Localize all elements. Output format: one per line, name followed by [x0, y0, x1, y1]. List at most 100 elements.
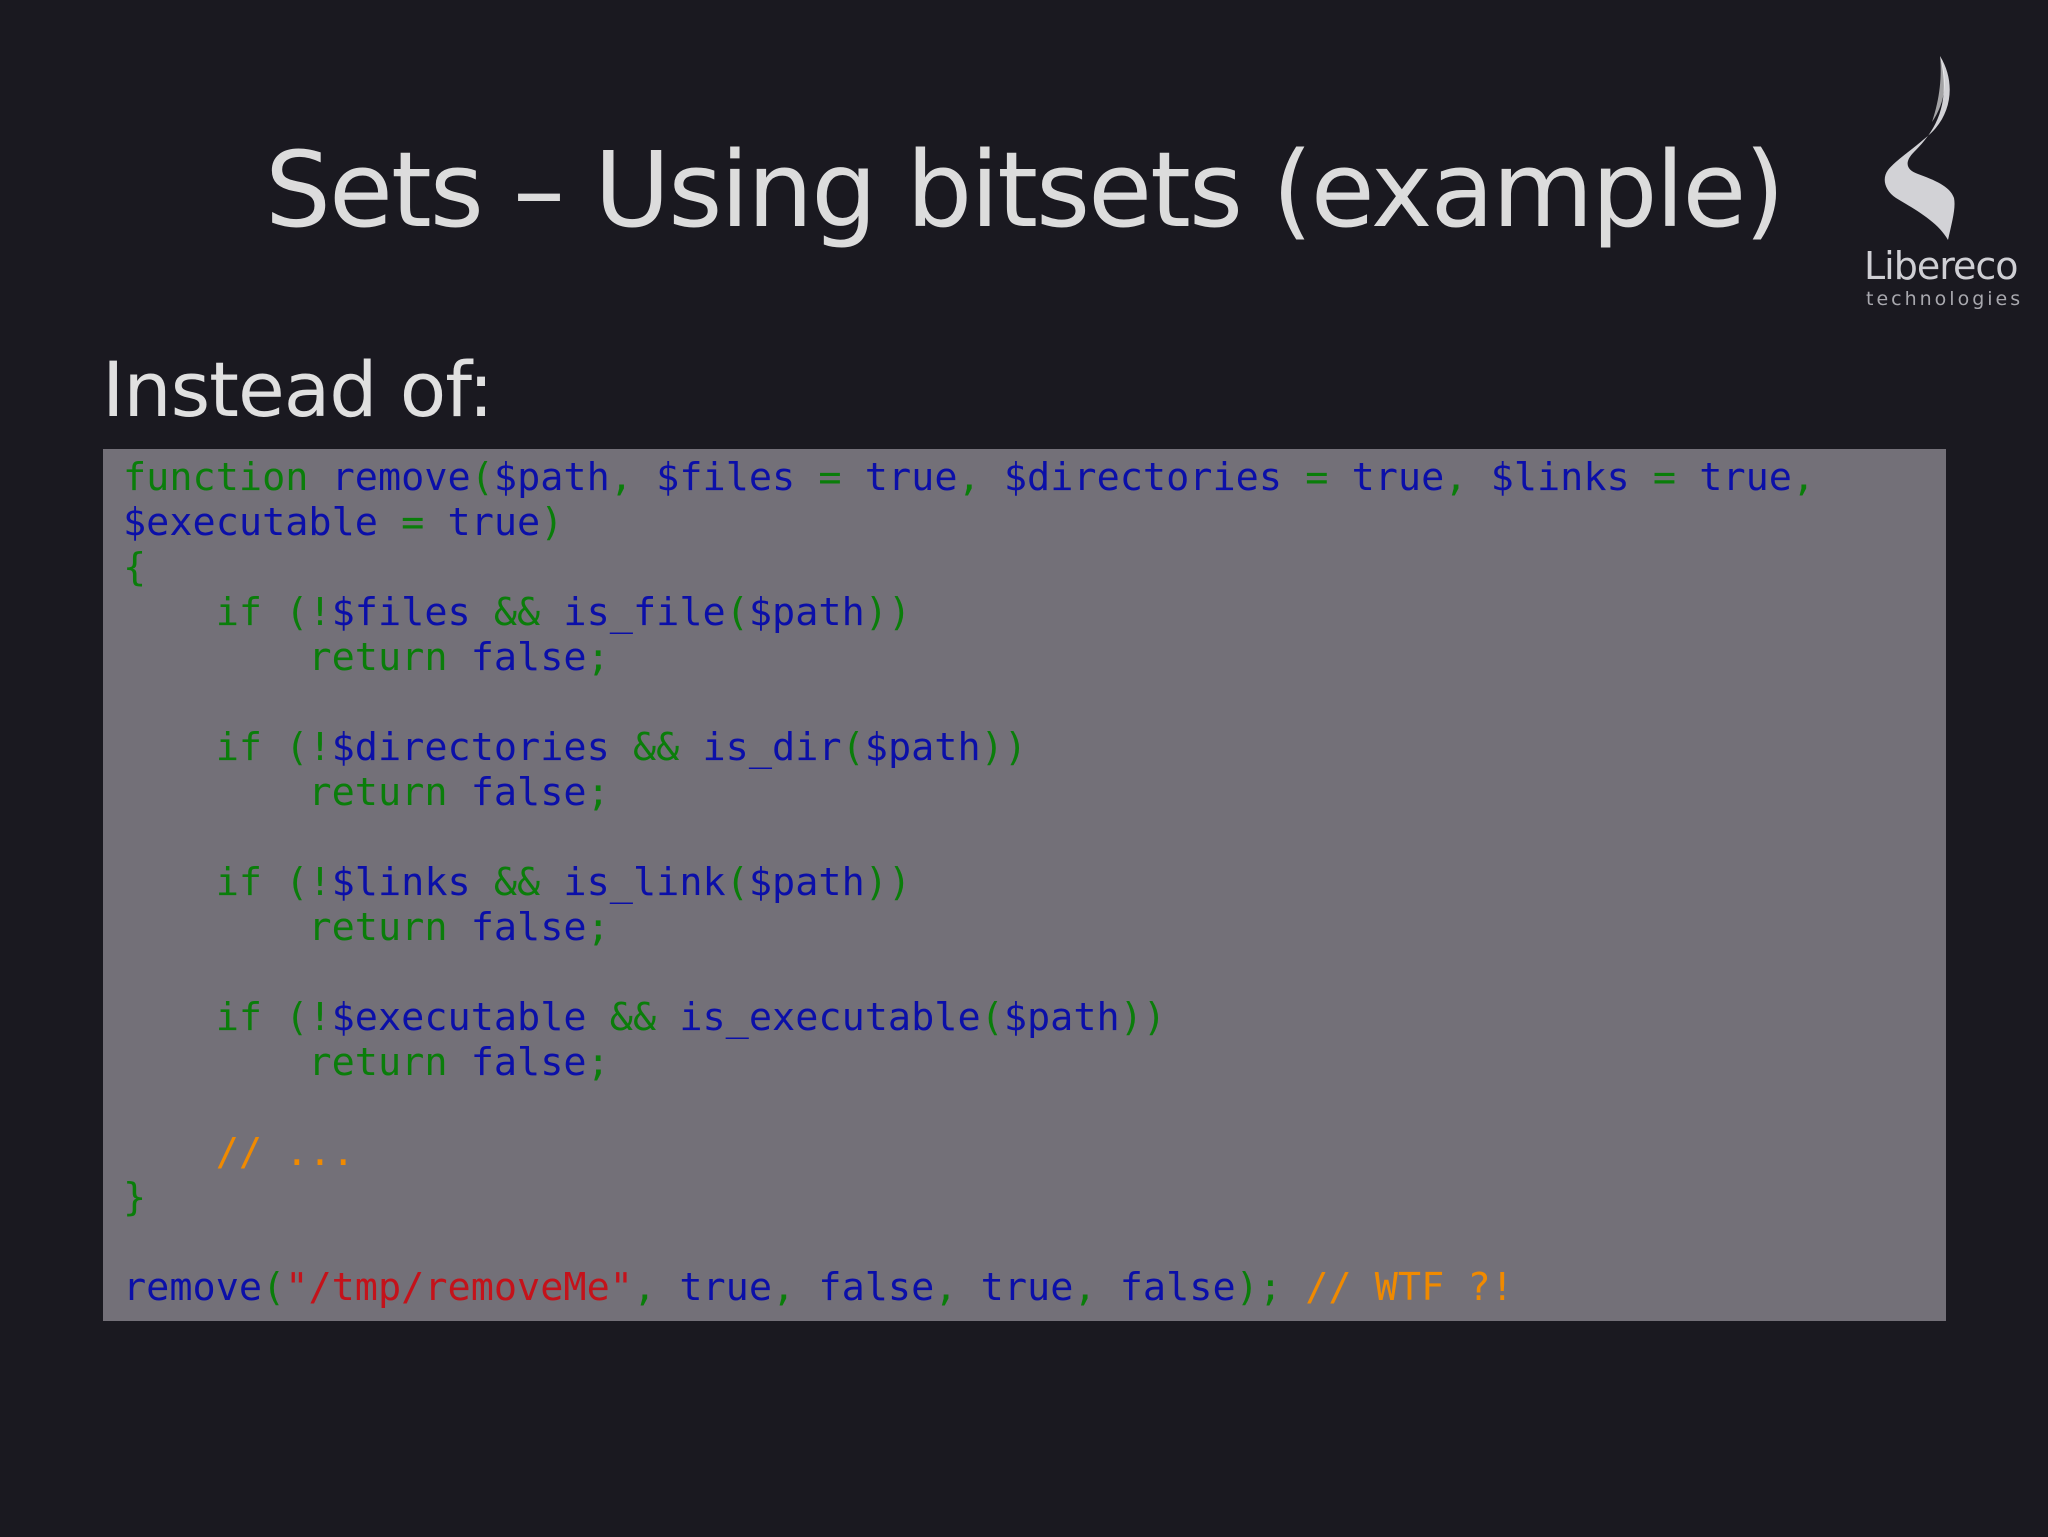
code-keyword: (: [725, 590, 749, 635]
libereco-swoosh-icon: [1884, 56, 1955, 240]
code-identifier: $path: [493, 455, 610, 500]
code-identifier: is_dir: [702, 725, 842, 770]
code-keyword: ;: [586, 905, 610, 950]
code-keyword: ,: [609, 455, 657, 500]
code-identifier: $path: [748, 590, 865, 635]
code-identifier: true: [679, 1265, 773, 1310]
code-line: return false;: [123, 635, 1815, 680]
code-identifier: $directories: [1003, 455, 1283, 500]
code-line: }: [123, 1175, 1815, 1220]
code-keyword: )): [1119, 995, 1167, 1040]
code-comment: // ...: [123, 1130, 355, 1175]
code-keyword: return: [123, 770, 471, 815]
code-identifier: remove: [331, 455, 471, 500]
slide-title: Sets – Using bitsets (example): [265, 129, 1785, 251]
code-identifier: $path: [748, 860, 865, 905]
code-line: return false;: [123, 1040, 1815, 1085]
code-identifier: remove: [123, 1265, 263, 1310]
code-identifier: is_file: [563, 590, 726, 635]
code-identifier: $path: [864, 725, 981, 770]
code-keyword: );: [1235, 1265, 1306, 1310]
code-identifier: $links: [1490, 455, 1630, 500]
code-identifier: false: [1119, 1265, 1236, 1310]
code-keyword: ,: [934, 1265, 981, 1310]
code-line: if (!$executable && is_executable($path)…: [123, 995, 1815, 1040]
code-line: function remove($path, $files = true, $d…: [123, 455, 1815, 500]
code-block: function remove($path, $files = true, $d…: [103, 449, 1946, 1321]
code-string: "/tmp/removeMe": [285, 1265, 633, 1310]
code-identifier: true: [980, 1265, 1074, 1310]
code-identifier: false: [470, 905, 587, 950]
code-comment: // WTF ?!: [1305, 1265, 1514, 1310]
code-keyword: function: [123, 455, 332, 500]
code-keyword: ,: [772, 1265, 819, 1310]
code-identifier: $files: [331, 590, 471, 635]
code-line: if (!$files && is_file($path)): [123, 590, 1815, 635]
code-keyword: ): [540, 500, 564, 545]
code-line: remove("/tmp/removeMe", true, false, tru…: [123, 1265, 1815, 1310]
code-identifier: $directories: [331, 725, 610, 770]
code-identifier: false: [470, 1040, 587, 1085]
code-identifier: true: [447, 500, 541, 545]
code-keyword: ;: [586, 635, 610, 680]
code-keyword: return: [123, 905, 471, 950]
code-keyword: ,: [1444, 455, 1491, 500]
logo-tagline: technologies: [1866, 288, 2024, 310]
code-line: if (!$links && is_link($path)): [123, 860, 1815, 905]
libereco-logo: Libereco technologies: [1848, 52, 2020, 312]
code-keyword: )): [980, 725, 1028, 770]
code-keyword: ,: [632, 1265, 680, 1310]
subheading: Instead of:: [102, 345, 494, 434]
code-keyword: ;: [586, 1040, 610, 1085]
code-keyword: (: [725, 860, 749, 905]
code-identifier: is_link: [563, 860, 726, 905]
code-line: return false;: [123, 905, 1815, 950]
code-keyword: (: [470, 455, 494, 500]
code-identifier: true: [1351, 455, 1445, 500]
code-keyword: ,: [1791, 455, 1816, 500]
code-line: $executable = true): [123, 500, 1815, 545]
code-keyword: &&: [470, 860, 564, 905]
code-keyword: {: [123, 545, 147, 590]
code-keyword: (: [980, 995, 1004, 1040]
code-keyword: (: [841, 725, 865, 770]
code-keyword: ,: [957, 455, 1004, 500]
code-keyword: }: [123, 1175, 147, 1220]
code-identifier: true: [864, 455, 958, 500]
code-line: if (!$directories && is_dir($path)): [123, 725, 1815, 770]
code-identifier: $executable: [331, 995, 587, 1040]
code-keyword: if (!: [123, 590, 332, 635]
code-keyword: &&: [609, 725, 703, 770]
code-line: // ...: [123, 1130, 1815, 1175]
code-keyword: ,: [1073, 1265, 1120, 1310]
code-keyword: return: [123, 1040, 471, 1085]
code-keyword: =: [1282, 455, 1352, 500]
code-keyword: =: [377, 500, 448, 545]
code-keyword: &&: [586, 995, 680, 1040]
code-identifier: $path: [1003, 995, 1120, 1040]
code-identifier: $links: [331, 860, 471, 905]
code-keyword: )): [864, 590, 912, 635]
code-keyword: ;: [586, 770, 610, 815]
code-identifier: false: [818, 1265, 935, 1310]
code-keyword: (: [262, 1265, 286, 1310]
code-keyword: if (!: [123, 860, 332, 905]
code-identifier: $files: [656, 455, 796, 500]
code-identifier: is_executable: [679, 995, 981, 1040]
code-keyword: =: [795, 455, 865, 500]
code-keyword: if (!: [123, 725, 332, 770]
code-keyword: return: [123, 635, 471, 680]
code-identifier: $executable: [123, 500, 378, 545]
code-identifier: false: [470, 635, 587, 680]
code-keyword: )): [864, 860, 912, 905]
code-identifier: true: [1699, 455, 1792, 500]
code-keyword: if (!: [123, 995, 332, 1040]
code-keyword: =: [1629, 455, 1700, 500]
logo-name: Libereco: [1864, 244, 2019, 288]
code-keyword: &&: [470, 590, 564, 635]
